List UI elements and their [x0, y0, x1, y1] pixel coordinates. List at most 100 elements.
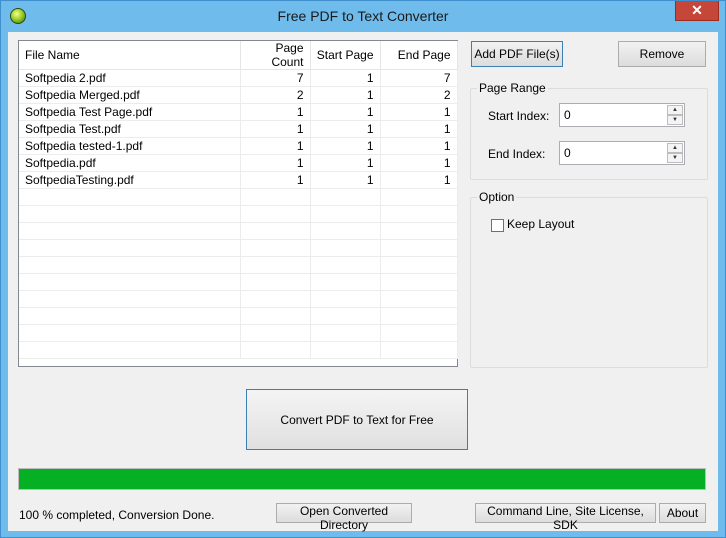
convert-button[interactable]: Convert PDF to Text for Free: [246, 389, 468, 450]
cell-file-name: Softpedia Test.pdf: [19, 120, 241, 138]
cell-page-count: 1: [240, 103, 311, 121]
cell-start-page: [310, 205, 381, 223]
empty-table-row: [19, 307, 458, 325]
cell-start-page: [310, 341, 381, 359]
cell-page-count: 1: [240, 120, 311, 138]
cell-file-name: [19, 341, 241, 359]
cell-page-count: [240, 188, 311, 206]
table-row[interactable]: Softpedia.pdf 1 1 1: [19, 154, 458, 172]
cell-file-name: SoftpediaTesting.pdf: [19, 171, 241, 189]
cell-file-name: Softpedia tested-1.pdf: [19, 137, 241, 155]
cell-page-count: [240, 256, 311, 274]
cell-file-name: [19, 290, 241, 308]
empty-table-row: [19, 256, 458, 274]
app-window: Free PDF to Text Converter ✕ File Name P…: [0, 0, 726, 538]
cell-page-count: 1: [240, 137, 311, 155]
cell-start-page: 1: [310, 69, 381, 87]
table-row[interactable]: Softpedia tested-1.pdf 1 1 1: [19, 137, 458, 155]
progress-bar: [18, 468, 706, 490]
option-legend: Option: [477, 190, 517, 204]
page-range-group: Page Range Start Index: ▲ ▼ End Index: ▲…: [470, 81, 708, 180]
empty-table-row: [19, 188, 458, 206]
open-converted-directory-button[interactable]: Open Converted Directory: [276, 503, 412, 532]
table-row[interactable]: Softpedia Test.pdf 1 1 1: [19, 120, 458, 138]
empty-table-row: [19, 273, 458, 291]
cell-end-page: [380, 239, 458, 257]
command-line-license-button[interactable]: Command Line, Site License, SDK: [475, 503, 656, 532]
cell-page-count: [240, 307, 311, 325]
cell-start-page: 1: [310, 120, 381, 138]
table-body: Softpedia 2.pdf 7 1 7 Softpedia Merged.pdf 2 1…: [19, 69, 458, 359]
table-row[interactable]: Softpedia Merged.pdf 2 1 2: [19, 86, 458, 104]
cell-end-page: 1: [380, 137, 458, 155]
end-index-up-icon[interactable]: ▲: [667, 143, 683, 153]
table-row[interactable]: SoftpediaTesting.pdf 1 1 1: [19, 171, 458, 189]
table-row[interactable]: Softpedia Test Page.pdf 1 1 1: [19, 103, 458, 121]
end-index-input[interactable]: [560, 142, 666, 164]
cell-page-count: 1: [240, 171, 311, 189]
cell-file-name: [19, 222, 241, 240]
start-index-label: Start Index:: [488, 109, 550, 123]
cell-file-name: [19, 307, 241, 325]
cell-end-page: [380, 222, 458, 240]
cell-file-name: [19, 188, 241, 206]
end-index-spinner[interactable]: ▲ ▼: [559, 141, 685, 165]
table-row[interactable]: Softpedia 2.pdf 7 1 7: [19, 69, 458, 87]
column-header-page-count[interactable]: Page Count: [240, 41, 311, 70]
cell-file-name: Softpedia 2.pdf: [19, 69, 241, 87]
start-index-down-icon[interactable]: ▼: [667, 115, 683, 125]
start-index-spinner[interactable]: ▲ ▼: [559, 103, 685, 127]
end-index-label: End Index:: [488, 147, 546, 161]
start-index-up-icon[interactable]: ▲: [667, 105, 683, 115]
cell-file-name: Softpedia Test Page.pdf: [19, 103, 241, 121]
column-header-start-page[interactable]: Start Page: [310, 41, 381, 70]
cell-page-count: [240, 273, 311, 291]
cell-start-page: 1: [310, 154, 381, 172]
empty-table-row: [19, 205, 458, 223]
cell-end-page: [380, 324, 458, 342]
file-list[interactable]: File Name Page Count Start Page End Page…: [18, 40, 458, 367]
cell-start-page: [310, 324, 381, 342]
cell-file-name: [19, 256, 241, 274]
empty-table-row: [19, 341, 458, 359]
cell-page-count: 7: [240, 69, 311, 87]
cell-end-page: 1: [380, 120, 458, 138]
window-title: Free PDF to Text Converter: [277, 8, 449, 24]
cell-file-name: [19, 239, 241, 257]
cell-file-name: Softpedia Merged.pdf: [19, 86, 241, 104]
cell-start-page: [310, 273, 381, 291]
about-button[interactable]: About: [659, 503, 706, 523]
cell-end-page: [380, 273, 458, 291]
cell-page-count: [240, 239, 311, 257]
keep-layout-label[interactable]: Keep Layout: [507, 217, 574, 231]
cell-end-page: [380, 290, 458, 308]
start-index-input[interactable]: [560, 104, 666, 126]
cell-start-page: 1: [310, 171, 381, 189]
cell-file-name: [19, 205, 241, 223]
column-header-end-page[interactable]: End Page: [380, 41, 458, 70]
cell-start-page: [310, 188, 381, 206]
cell-page-count: [240, 324, 311, 342]
add-pdf-files-button[interactable]: Add PDF File(s): [471, 41, 563, 67]
cell-file-name: [19, 324, 241, 342]
cell-start-page: 1: [310, 103, 381, 121]
column-header-file-name[interactable]: File Name: [19, 41, 241, 70]
cell-start-page: [310, 256, 381, 274]
empty-table-row: [19, 239, 458, 257]
empty-table-row: [19, 222, 458, 240]
end-index-down-icon[interactable]: ▼: [667, 153, 683, 163]
file-table: File Name Page Count Start Page End Page…: [19, 41, 458, 359]
option-group: Option: [470, 190, 708, 368]
cell-page-count: [240, 290, 311, 308]
keep-layout-checkbox[interactable]: [491, 219, 504, 232]
cell-start-page: [310, 307, 381, 325]
cell-file-name: [19, 273, 241, 291]
client-area: File Name Page Count Start Page End Page…: [8, 32, 718, 532]
cell-end-page: 1: [380, 171, 458, 189]
empty-table-row: [19, 324, 458, 342]
cell-end-page: [380, 188, 458, 206]
remove-button[interactable]: Remove: [618, 41, 706, 67]
title-bar[interactable]: Free PDF to Text Converter ✕: [1, 1, 725, 32]
close-button[interactable]: ✕: [675, 1, 719, 21]
cell-end-page: 1: [380, 103, 458, 121]
